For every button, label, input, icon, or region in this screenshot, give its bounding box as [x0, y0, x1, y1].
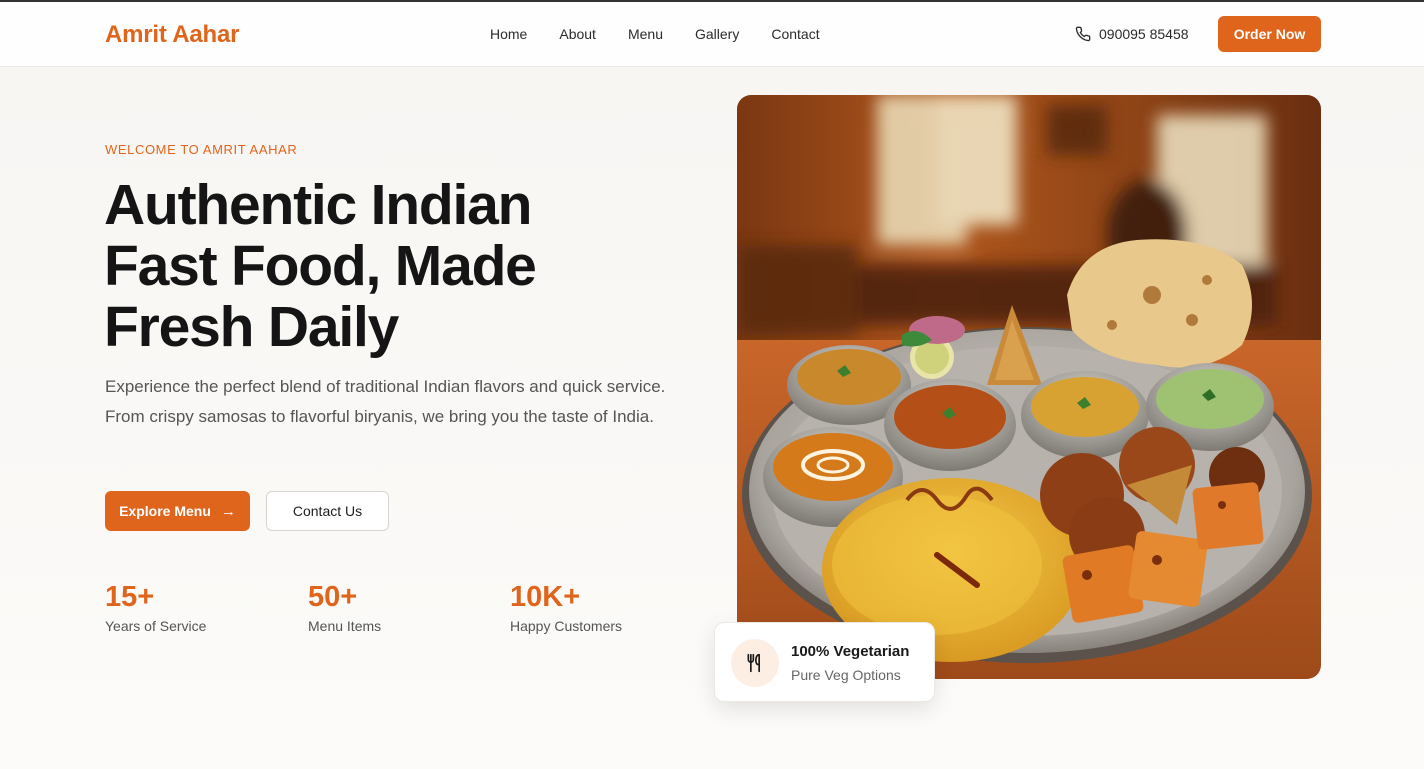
nav-contact[interactable]: Contact [771, 26, 819, 42]
stat-label: Years of Service [105, 618, 207, 634]
hero-title: Authentic Indian Fast Food, Made Fresh D… [104, 175, 664, 358]
nav-gallery[interactable]: Gallery [695, 26, 739, 42]
hero-description: Experience the perfect blend of traditio… [105, 377, 666, 426]
stat-label: Happy Customers [510, 618, 623, 634]
hero-title-line: Fresh Daily [104, 295, 399, 359]
badge-subtitle: Pure Veg Options [791, 667, 901, 683]
vegetarian-badge: 100% Vegetarian Pure Veg Options [714, 622, 935, 702]
brand-logo[interactable]: Amrit Aahar [105, 21, 239, 49]
hero-title-line: Fast Food, Made [104, 234, 537, 298]
nav-home[interactable]: Home [490, 26, 527, 42]
stat-customers: 10K+ Happy Customers [510, 580, 622, 634]
stat-value: 50+ [308, 581, 358, 613]
stat-value: 15+ [105, 581, 155, 613]
badge-title: 100% Vegetarian [791, 643, 910, 660]
utensils-icon [747, 653, 760, 673]
contact-us-button[interactable]: Contact Us [266, 491, 389, 531]
phone-number: 090095 85458 [1099, 26, 1189, 42]
phone-link[interactable]: 090095 85458 [1075, 26, 1189, 42]
explore-menu-label: Explore Menu [119, 503, 211, 519]
stat-menu-items: 50+ Menu Items [308, 580, 381, 634]
hero-food-image [737, 95, 1321, 679]
arrow-right-icon: → [220, 502, 236, 520]
site-header: Amrit Aahar Home About Menu Gallery Cont… [0, 2, 1424, 67]
stat-label: Menu Items [308, 618, 382, 634]
nav-about[interactable]: About [559, 26, 596, 42]
nav-menu[interactable]: Menu [628, 26, 663, 42]
stat-years: 15+ Years of Service [105, 580, 206, 634]
order-now-button[interactable]: Order Now [1218, 16, 1321, 52]
phone-icon [1075, 26, 1091, 42]
explore-menu-button[interactable]: Explore Menu → [105, 491, 250, 531]
main-nav: Home About Menu Gallery Contact [490, 26, 852, 42]
stat-value: 10K+ [510, 581, 581, 613]
badge-icon-wrap [731, 639, 779, 687]
hero-title-line: Authentic Indian [104, 173, 532, 237]
hero-eyebrow: WELCOME TO AMRIT AAHAR [105, 142, 298, 157]
